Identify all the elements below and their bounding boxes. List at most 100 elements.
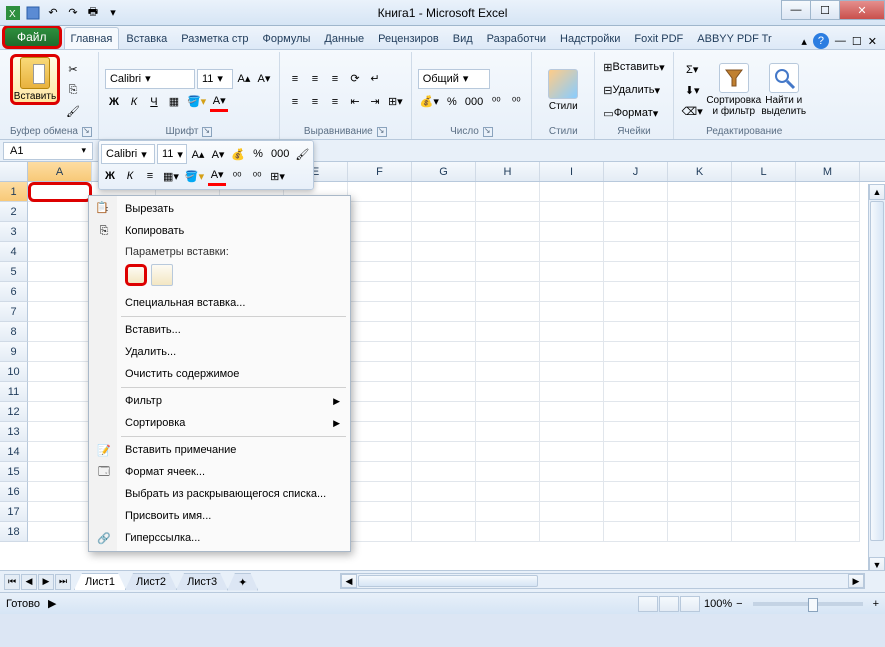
sheet-tab-1[interactable]: Лист1 xyxy=(74,573,126,590)
tab-formulas[interactable]: Формулы xyxy=(256,27,318,49)
tab-page-layout[interactable]: Разметка стр xyxy=(174,27,255,49)
cell[interactable] xyxy=(348,422,412,442)
cell[interactable] xyxy=(668,482,732,502)
cell[interactable] xyxy=(412,242,476,262)
alignment-dialog-launcher[interactable] xyxy=(377,127,387,137)
view-page-layout-button[interactable] xyxy=(659,596,679,612)
italic-button[interactable]: К xyxy=(125,92,143,112)
merge-cells-icon[interactable]: ⊞▾ xyxy=(386,92,405,112)
scroll-up-icon[interactable]: ▲ xyxy=(869,184,885,200)
cell[interactable] xyxy=(668,262,732,282)
cell[interactable] xyxy=(796,282,860,302)
number-format-select[interactable]: Общий▾ xyxy=(418,69,490,89)
cell[interactable] xyxy=(540,182,604,202)
mini-decrease-decimal-icon[interactable]: ⁰⁰ xyxy=(228,166,246,186)
mini-font-color-icon[interactable]: A▾ xyxy=(208,166,226,186)
cell[interactable] xyxy=(796,502,860,522)
mini-bold-button[interactable]: Ж xyxy=(101,166,119,186)
cell[interactable] xyxy=(540,462,604,482)
cell[interactable] xyxy=(668,442,732,462)
row-header[interactable]: 2 xyxy=(0,202,28,222)
cell[interactable] xyxy=(540,402,604,422)
column-header-h[interactable]: H xyxy=(476,162,540,181)
cell[interactable] xyxy=(348,222,412,242)
vertical-scrollbar[interactable]: ▲ ▼ xyxy=(868,184,885,572)
tab-home[interactable]: Главная xyxy=(64,27,120,49)
cell[interactable] xyxy=(732,282,796,302)
delete-cells-button[interactable]: ⊟ Удалить ▾ xyxy=(601,80,662,100)
cell[interactable] xyxy=(668,242,732,262)
cell[interactable] xyxy=(348,522,412,542)
format-cells-button[interactable]: ▭ Формат ▾ xyxy=(601,103,660,123)
increase-decimal-icon[interactable]: ⁰⁰ xyxy=(487,92,505,112)
font-size-select[interactable]: 11▾ xyxy=(197,69,233,89)
cell[interactable] xyxy=(796,222,860,242)
cell[interactable] xyxy=(412,502,476,522)
ctx-insert-comment[interactable]: 📝Вставить примечание xyxy=(91,439,348,461)
cell[interactable] xyxy=(604,342,668,362)
cell[interactable] xyxy=(732,462,796,482)
sheet-tab-2[interactable]: Лист2 xyxy=(125,573,177,590)
find-select-button[interactable]: Найти и выделить xyxy=(759,54,809,126)
underline-button[interactable]: Ч xyxy=(145,92,163,112)
scroll-right-icon[interactable]: ▶ xyxy=(848,574,864,588)
cell[interactable] xyxy=(28,282,92,302)
ctx-format-cells[interactable]: 🗔Формат ячеек... xyxy=(91,461,348,483)
cell[interactable] xyxy=(412,522,476,542)
tab-addins[interactable]: Надстройки xyxy=(553,27,627,49)
cell[interactable] xyxy=(348,382,412,402)
cell[interactable] xyxy=(796,442,860,462)
cell[interactable] xyxy=(28,442,92,462)
align-top-icon[interactable]: ≡ xyxy=(286,69,304,89)
column-header-f[interactable]: F xyxy=(348,162,412,181)
cell[interactable] xyxy=(732,502,796,522)
cell[interactable] xyxy=(796,262,860,282)
cell[interactable] xyxy=(28,242,92,262)
paste-option-values[interactable] xyxy=(151,264,173,286)
align-middle-icon[interactable]: ≡ xyxy=(306,69,324,89)
cell[interactable] xyxy=(732,482,796,502)
cell[interactable] xyxy=(796,302,860,322)
qat-undo-icon[interactable]: ↶ xyxy=(44,4,62,22)
styles-button[interactable]: Стили xyxy=(538,54,588,126)
cell[interactable] xyxy=(28,302,92,322)
cell[interactable] xyxy=(540,242,604,262)
cell[interactable] xyxy=(348,182,412,202)
cell[interactable] xyxy=(668,322,732,342)
cell[interactable] xyxy=(732,342,796,362)
cell[interactable] xyxy=(28,462,92,482)
cell[interactable] xyxy=(668,222,732,242)
cell[interactable] xyxy=(412,462,476,482)
cell[interactable] xyxy=(28,202,92,222)
cell[interactable] xyxy=(348,282,412,302)
cell[interactable] xyxy=(28,522,92,542)
cell[interactable] xyxy=(796,522,860,542)
mini-increase-font-icon[interactable]: A▴ xyxy=(189,144,207,164)
cell[interactable] xyxy=(348,342,412,362)
cell[interactable] xyxy=(668,362,732,382)
mini-font-name[interactable]: Calibri▾ xyxy=(101,144,155,164)
tab-developer[interactable]: Разработчи xyxy=(480,27,553,49)
fill-color-button[interactable]: 🪣▾ xyxy=(185,92,208,112)
sheet-nav-last[interactable]: ⏭ xyxy=(55,574,71,590)
window-minimize-button[interactable]: — xyxy=(781,0,811,20)
align-center-icon[interactable]: ≡ xyxy=(306,92,324,112)
cell[interactable] xyxy=(540,442,604,462)
cell[interactable] xyxy=(348,402,412,422)
row-header[interactable]: 15 xyxy=(0,462,28,482)
cell[interactable] xyxy=(476,242,540,262)
cell[interactable] xyxy=(476,442,540,462)
cell[interactable] xyxy=(348,362,412,382)
cell[interactable] xyxy=(412,182,476,202)
cell[interactable] xyxy=(604,402,668,422)
cell[interactable] xyxy=(476,282,540,302)
cell[interactable] xyxy=(604,502,668,522)
cell[interactable] xyxy=(540,382,604,402)
cell[interactable] xyxy=(28,402,92,422)
cell[interactable] xyxy=(732,522,796,542)
cut-icon[interactable]: ✂ xyxy=(64,59,82,79)
cell[interactable] xyxy=(412,342,476,362)
tab-review[interactable]: Рецензиров xyxy=(371,27,446,49)
clipboard-dialog-launcher[interactable] xyxy=(82,127,92,137)
cell[interactable] xyxy=(604,282,668,302)
